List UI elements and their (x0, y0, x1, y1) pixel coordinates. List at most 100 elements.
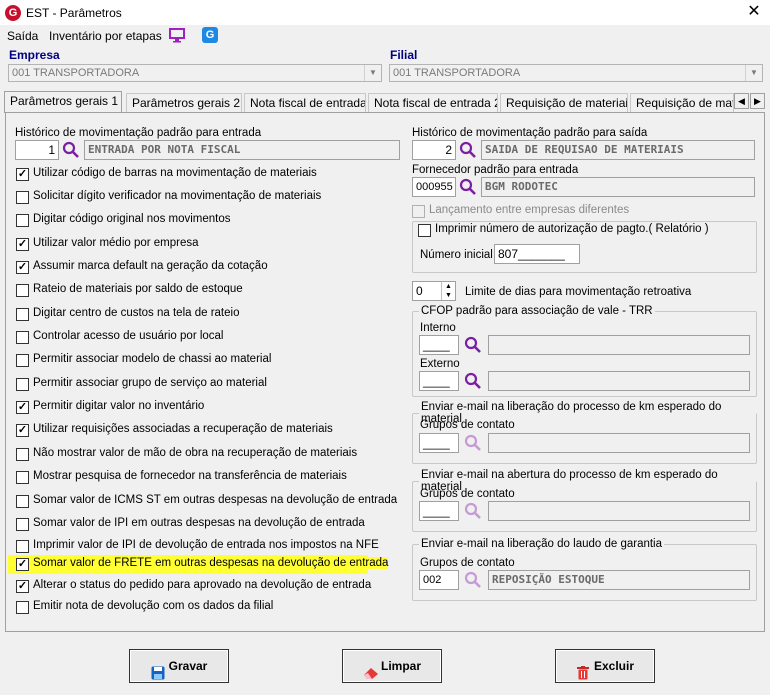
g-app-icon[interactable]: G (202, 27, 218, 43)
search-icon[interactable] (459, 178, 477, 196)
interno-desc (488, 335, 750, 355)
checkbox-label: Somar valor de IPI em outras despesas na… (33, 517, 365, 529)
checkbox-box[interactable]: ✓ (16, 168, 29, 181)
checkbox-box[interactable]: ✓ (16, 261, 29, 274)
checkbox-box[interactable] (418, 224, 431, 237)
tab-nota-fiscal-entrada[interactable]: Nota fiscal de entrada (244, 93, 366, 113)
checkbox-box[interactable] (16, 471, 29, 484)
checkbox-label: Assumir marca default na geração da cota… (33, 260, 268, 272)
search-icon[interactable] (459, 141, 477, 159)
menu-saida[interactable]: Saída (7, 29, 38, 43)
tab-requisicao-materiais[interactable]: Requisição de materiais (500, 93, 628, 113)
imprimir-checkbox[interactable]: Imprimir número de autorização de pagto.… (418, 222, 709, 238)
checkbox-box[interactable]: ✓ (16, 401, 29, 414)
externo-input[interactable]: ____ (419, 371, 459, 391)
numero-inicial-input[interactable]: 807_______ (494, 244, 580, 264)
tab-parametros-gerais-1[interactable]: Parâmetros gerais 1 (4, 91, 122, 113)
checkbox-box[interactable] (16, 308, 29, 321)
checkbox-box[interactable]: ✓ (16, 424, 29, 437)
gravar-button[interactable]: Gravar (129, 649, 229, 683)
limite-dias-value: 0 (416, 284, 423, 298)
email1-input[interactable]: ____ (419, 433, 459, 453)
hist-saida-label: Histórico de movimentação padrão para sa… (412, 127, 648, 139)
fornecedor-label: Fornecedor padrão para entrada (412, 164, 579, 176)
menu-inventario[interactable]: Inventário por etapas (49, 29, 162, 43)
checkbox-box[interactable] (16, 354, 29, 367)
checkbox-label: Lançamento entre empresas diferentes (429, 204, 630, 216)
search-icon[interactable] (62, 141, 80, 159)
checkbox-label: Permitir digitar valor no inventário (33, 400, 205, 412)
checkbox-label: Somar valor de ICMS ST em outras despesa… (33, 494, 398, 506)
checkbox-box[interactable] (16, 601, 29, 614)
search-icon[interactable] (464, 434, 482, 452)
email3-legend: Enviar e-mail na liberação do laudo de g… (421, 538, 663, 550)
excluir-button[interactable]: Excluir (555, 649, 655, 683)
filial-select[interactable]: 001 TRANSPORTADORA ▼ (389, 64, 763, 82)
checkbox-label: Controlar acesso de usuário por local (33, 330, 224, 342)
checkbox-label: Solicitar dígito verificador na moviment… (33, 190, 322, 202)
checkbox-box[interactable] (16, 331, 29, 344)
email1-grupos-label: Grupos de contato (420, 419, 515, 431)
checkbox-box[interactable] (16, 518, 29, 531)
tab-scroll-left-icon[interactable]: ◀ (734, 93, 749, 109)
tab-strip: Parâmetros gerais 1 Parâmetros gerais 2 … (4, 91, 766, 113)
checkbox-label: Utilizar requisições associadas a recupe… (33, 423, 333, 435)
hist-entrada-desc: ENTRADA POR NOTA FISCAL (84, 140, 400, 160)
email2-input[interactable]: ____ (419, 501, 459, 521)
limite-dias-input[interactable]: 0 ▲ ▼ (412, 281, 456, 301)
app-logo-icon: G (5, 5, 21, 21)
tab-scroll-right-icon[interactable]: ▶ (750, 93, 765, 109)
checkbox-box[interactable] (16, 495, 29, 508)
checkbox-label: Digitar centro de custos na tela de rate… (33, 307, 240, 319)
checkbox-label: Mostrar pesquisa de fornecedor na transf… (33, 470, 347, 482)
option-checkbox-18[interactable]: ✓ Somar valor de FRETE em outras despesas… (8, 555, 389, 574)
tab-nota-fiscal-entrada-2[interactable]: Nota fiscal de entrada 2 (368, 93, 498, 113)
checkbox-box[interactable] (16, 540, 29, 553)
limpar-label: Limpar (380, 659, 421, 673)
limpar-button[interactable]: Limpar (342, 649, 442, 683)
fornecedor-code[interactable]: 000955 (412, 177, 456, 197)
checkbox-box[interactable] (412, 205, 425, 218)
checkbox-box[interactable] (16, 284, 29, 297)
checkbox-box[interactable]: ✓ (16, 580, 29, 593)
checkbox-box[interactable] (16, 191, 29, 204)
search-icon[interactable] (464, 372, 482, 390)
numero-inicial-label: Número inicial (420, 249, 493, 261)
checkbox-box[interactable]: ✓ (16, 238, 29, 251)
checkbox-label: Não mostrar valor de mão de obra na recu… (33, 447, 358, 459)
checkbox-label: Emitir nota de devolução com os dados da… (33, 600, 274, 612)
tab-parametros-gerais-2[interactable]: Parâmetros gerais 2 (126, 93, 242, 113)
email1-desc (488, 433, 750, 453)
filial-label: Filial (390, 48, 418, 62)
checkbox-label: Digitar código original nos movimentos (33, 213, 231, 225)
tab-requisicao-materiais-2[interactable]: Requisição de materi (630, 93, 734, 113)
chevron-down-icon[interactable]: ▼ (745, 65, 762, 81)
checkbox-label: Imprimir valor de IPI de devolução de en… (33, 539, 379, 551)
chevron-down-icon[interactable]: ▼ (364, 65, 381, 81)
empresa-value: 001 TRANSPORTADORA (12, 67, 140, 79)
hist-saida-code[interactable]: 2 (412, 140, 456, 160)
cfop-legend: CFOP padrão para associação de vale - TR… (421, 305, 653, 317)
trash-icon (576, 660, 590, 680)
checkbox-box[interactable] (16, 378, 29, 391)
externo-label: Externo (420, 358, 460, 370)
email3-input[interactable]: 002 (419, 570, 459, 590)
checkbox-box[interactable]: ✓ (16, 558, 29, 571)
eraser-icon (363, 660, 378, 679)
email2-desc (488, 501, 750, 521)
monitor-icon[interactable] (168, 28, 186, 43)
email3-grupos-label: Grupos de contato (420, 557, 515, 569)
search-icon[interactable] (464, 571, 482, 589)
menu-bar: Saída Inventário por etapas G (0, 26, 770, 46)
search-icon[interactable] (464, 336, 482, 354)
hist-entrada-code[interactable]: 1 (15, 140, 59, 160)
spinner-icon[interactable]: ▲ ▼ (441, 282, 455, 300)
interno-input[interactable]: ____ (419, 335, 459, 355)
checkbox-box[interactable] (16, 448, 29, 461)
close-icon[interactable]: ✕ (742, 2, 766, 22)
empresa-select[interactable]: 001 TRANSPORTADORA ▼ (8, 64, 382, 82)
hist-saida-desc: SAIDA DE REQUISAO DE MATERIAIS (481, 140, 755, 160)
search-icon[interactable] (464, 502, 482, 520)
externo-desc (488, 371, 750, 391)
checkbox-box[interactable] (16, 214, 29, 227)
